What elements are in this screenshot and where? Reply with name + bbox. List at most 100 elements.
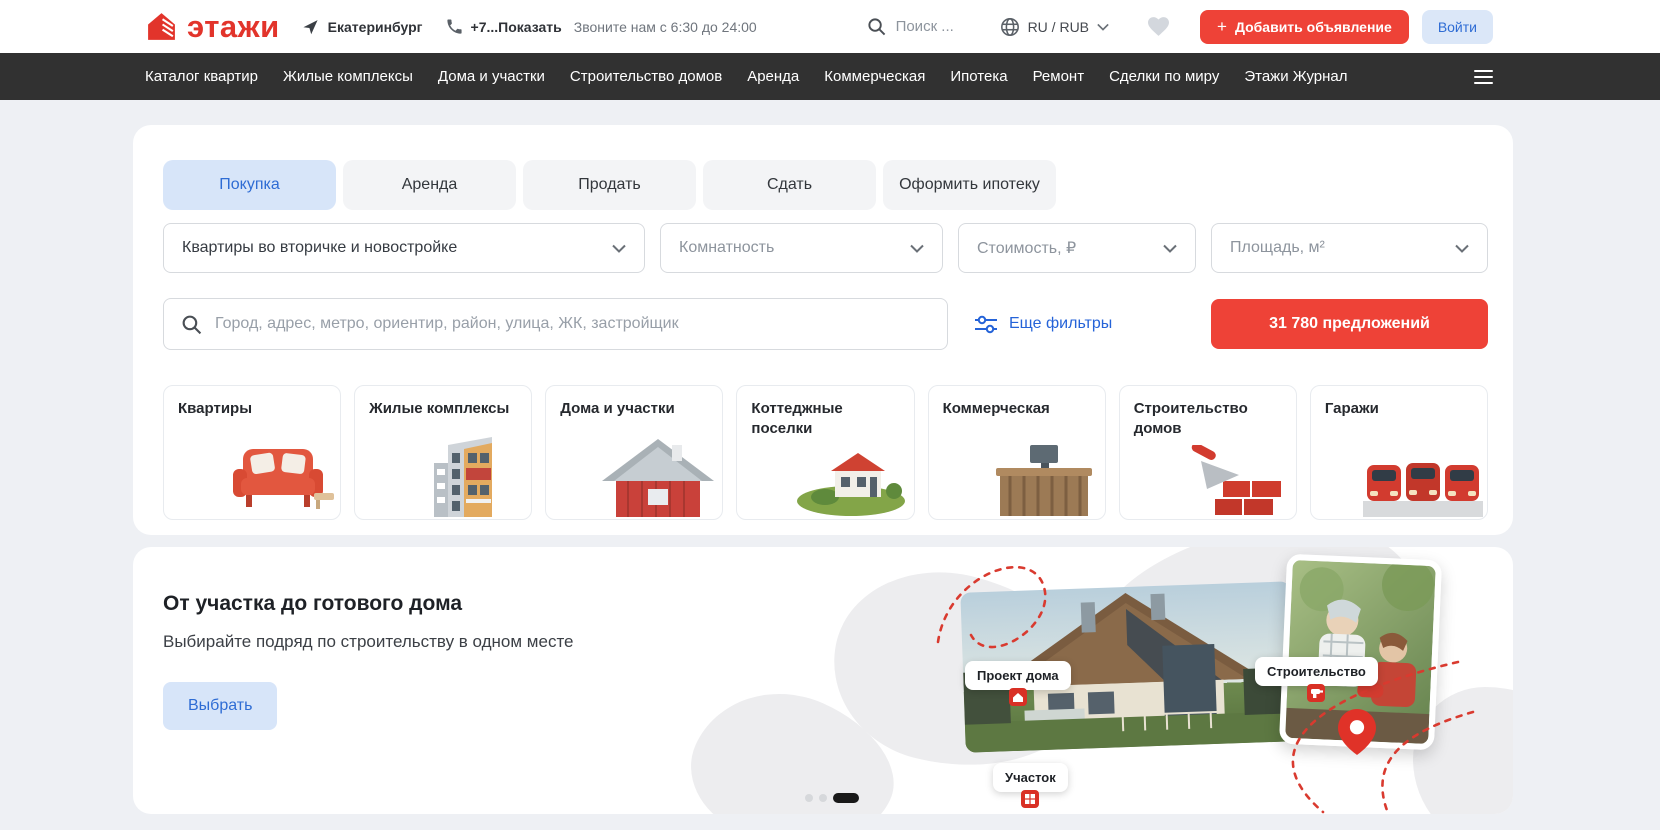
tab-lease-out[interactable]: Сдать — [703, 160, 876, 210]
favorites-heart-icon[interactable] — [1147, 16, 1170, 37]
top-header: этажи Екатеринбург +7...Показать Звоните… — [0, 0, 1660, 53]
city-selector[interactable]: Екатеринбург — [302, 18, 423, 35]
category-residential-complexes[interactable]: Жилые комплексы — [354, 385, 532, 520]
category-label: Жилые комплексы — [369, 400, 509, 417]
tab-sell[interactable]: Продать — [523, 160, 696, 210]
call-hours: Звоните нам с 6:30 до 24:00 — [574, 19, 757, 35]
tab-rent[interactable]: Аренда — [343, 160, 516, 210]
chip-label: Строительство — [1267, 664, 1366, 679]
header-search[interactable] — [867, 17, 968, 36]
choose-button[interactable]: Выбрать — [163, 682, 277, 730]
rooms-placeholder: Комнатность — [679, 239, 774, 257]
logo-text: этажи — [187, 9, 280, 45]
category-label: Коттеджные поселки — [751, 400, 842, 437]
add-listing-label: Добавить объявление — [1235, 19, 1392, 35]
chevron-down-icon — [1455, 244, 1469, 253]
nav-item-mortgage[interactable]: Ипотека — [950, 68, 1007, 85]
phone-button[interactable]: +7...Показать — [445, 18, 562, 35]
property-type-value: Квартиры во вторичке и новостройке — [182, 239, 457, 257]
location-search-field[interactable] — [163, 298, 948, 350]
search-icon — [867, 17, 886, 36]
nav-item-complexes[interactable]: Жилые комплексы — [283, 68, 413, 85]
locale-selector[interactable]: RU / RUB — [1000, 17, 1109, 37]
login-button[interactable]: Войти — [1422, 10, 1493, 44]
chip-label: Участок — [1005, 770, 1056, 785]
drill-icon — [1307, 684, 1325, 702]
nav-item-houses[interactable]: Дома и участки — [438, 68, 545, 85]
property-type-select[interactable]: Квартиры во вторичке и новостройке — [163, 223, 645, 273]
nav-item-commercial[interactable]: Коммерческая — [824, 68, 925, 85]
header-search-input[interactable] — [896, 18, 968, 35]
nav-item-rent[interactable]: Аренда — [747, 68, 799, 85]
chip-label: Проект дома — [977, 668, 1059, 683]
filters-row: Квартиры во вторичке и новостройке Комна… — [163, 223, 1488, 273]
deal-tabs: Покупка Аренда Продать Сдать Оформить ип… — [163, 160, 1488, 210]
chevron-down-icon — [1163, 244, 1177, 253]
category-garages[interactable]: Гаражи — [1310, 385, 1488, 520]
category-home-construction[interactable]: Строительство домов — [1119, 385, 1297, 520]
category-label: Квартиры — [178, 400, 252, 417]
more-filters-button[interactable]: Еще фильтры — [974, 315, 1112, 334]
add-listing-button[interactable]: + Добавить объявление — [1200, 10, 1409, 44]
area-select[interactable]: Площадь, м² — [1211, 223, 1488, 273]
category-apartments[interactable]: Квартиры — [163, 385, 341, 520]
carousel-dot[interactable] — [805, 794, 813, 802]
locale-label: RU / RUB — [1028, 19, 1089, 35]
offers-count-button[interactable]: 31 780 предложений — [1211, 299, 1488, 349]
city-label: Екатеринбург — [328, 19, 423, 35]
chevron-down-icon — [910, 244, 924, 253]
carousel-dot[interactable] — [819, 794, 827, 802]
price-placeholder: Стоимость, ₽ — [977, 238, 1076, 258]
cottage-icon — [795, 447, 910, 517]
rooms-select[interactable]: Комнатность — [660, 223, 943, 273]
house-project-icon — [1009, 688, 1027, 706]
location-pin-icon — [1338, 709, 1376, 760]
search-row: Еще фильтры 31 780 предложений — [163, 298, 1488, 350]
globe-icon — [1000, 17, 1020, 37]
banner-title: От участка до готового дома — [163, 592, 574, 616]
nav-item-journal[interactable]: Этажи Журнал — [1244, 68, 1347, 85]
search-icon — [181, 314, 202, 335]
category-cards: Квартиры Жилые комплексы — [163, 385, 1488, 520]
logo[interactable]: этажи — [145, 9, 280, 45]
reception-desk-icon — [986, 441, 1101, 517]
chevron-down-icon — [1097, 23, 1109, 31]
area-placeholder: Площадь, м² — [1230, 239, 1325, 257]
tab-buy[interactable]: Покупка — [163, 160, 336, 210]
main-nav: Каталог квартир Жилые комплексы Дома и у… — [0, 53, 1660, 100]
location-arrow-icon — [302, 18, 319, 35]
search-card: Покупка Аренда Продать Сдать Оформить ип… — [133, 125, 1513, 535]
chip-house-project[interactable]: Проект дома — [965, 661, 1071, 690]
tab-mortgage[interactable]: Оформить ипотеку — [883, 160, 1056, 210]
category-label: Строительство домов — [1134, 400, 1248, 437]
phone-icon — [445, 18, 462, 35]
nav-item-world-deals[interactable]: Сделки по миру — [1109, 68, 1219, 85]
plus-icon: + — [1217, 17, 1227, 37]
bricks-icon — [1021, 790, 1039, 808]
category-label: Гаражи — [1325, 400, 1379, 417]
trowel-bricks-icon — [1177, 445, 1292, 517]
carousel-dot-active[interactable] — [833, 793, 859, 803]
chevron-down-icon — [612, 244, 626, 253]
category-commercial[interactable]: Коммерческая — [928, 385, 1106, 520]
logo-house-icon — [145, 11, 178, 42]
category-cottage-villages[interactable]: Коттеджные поселки — [736, 385, 914, 520]
category-houses-plots[interactable]: Дома и участки — [545, 385, 723, 520]
sliders-filter-icon — [974, 315, 998, 334]
location-search-input[interactable] — [215, 315, 930, 333]
chip-plot[interactable]: Участок — [993, 763, 1068, 792]
price-select[interactable]: Стоимость, ₽ — [958, 223, 1196, 273]
category-label: Коммерческая — [943, 400, 1050, 417]
house-icon — [598, 437, 718, 517]
banner-subtitle: Выбирайте подряд по строительству в одно… — [163, 632, 574, 652]
chip-construction[interactable]: Строительство — [1255, 657, 1378, 686]
construction-banner: От участка до готового дома Выбирайте по… — [133, 547, 1513, 814]
more-filters-label: Еще фильтры — [1009, 315, 1112, 333]
nav-item-construction[interactable]: Строительство домов — [570, 68, 722, 85]
nav-item-repair[interactable]: Ремонт — [1033, 68, 1085, 85]
carousel-dots — [805, 793, 859, 803]
phone-label: +7...Показать — [471, 19, 562, 35]
menu-icon[interactable] — [1474, 70, 1493, 84]
apartment-building-icon — [412, 435, 527, 517]
nav-item-catalog[interactable]: Каталог квартир — [145, 68, 258, 85]
